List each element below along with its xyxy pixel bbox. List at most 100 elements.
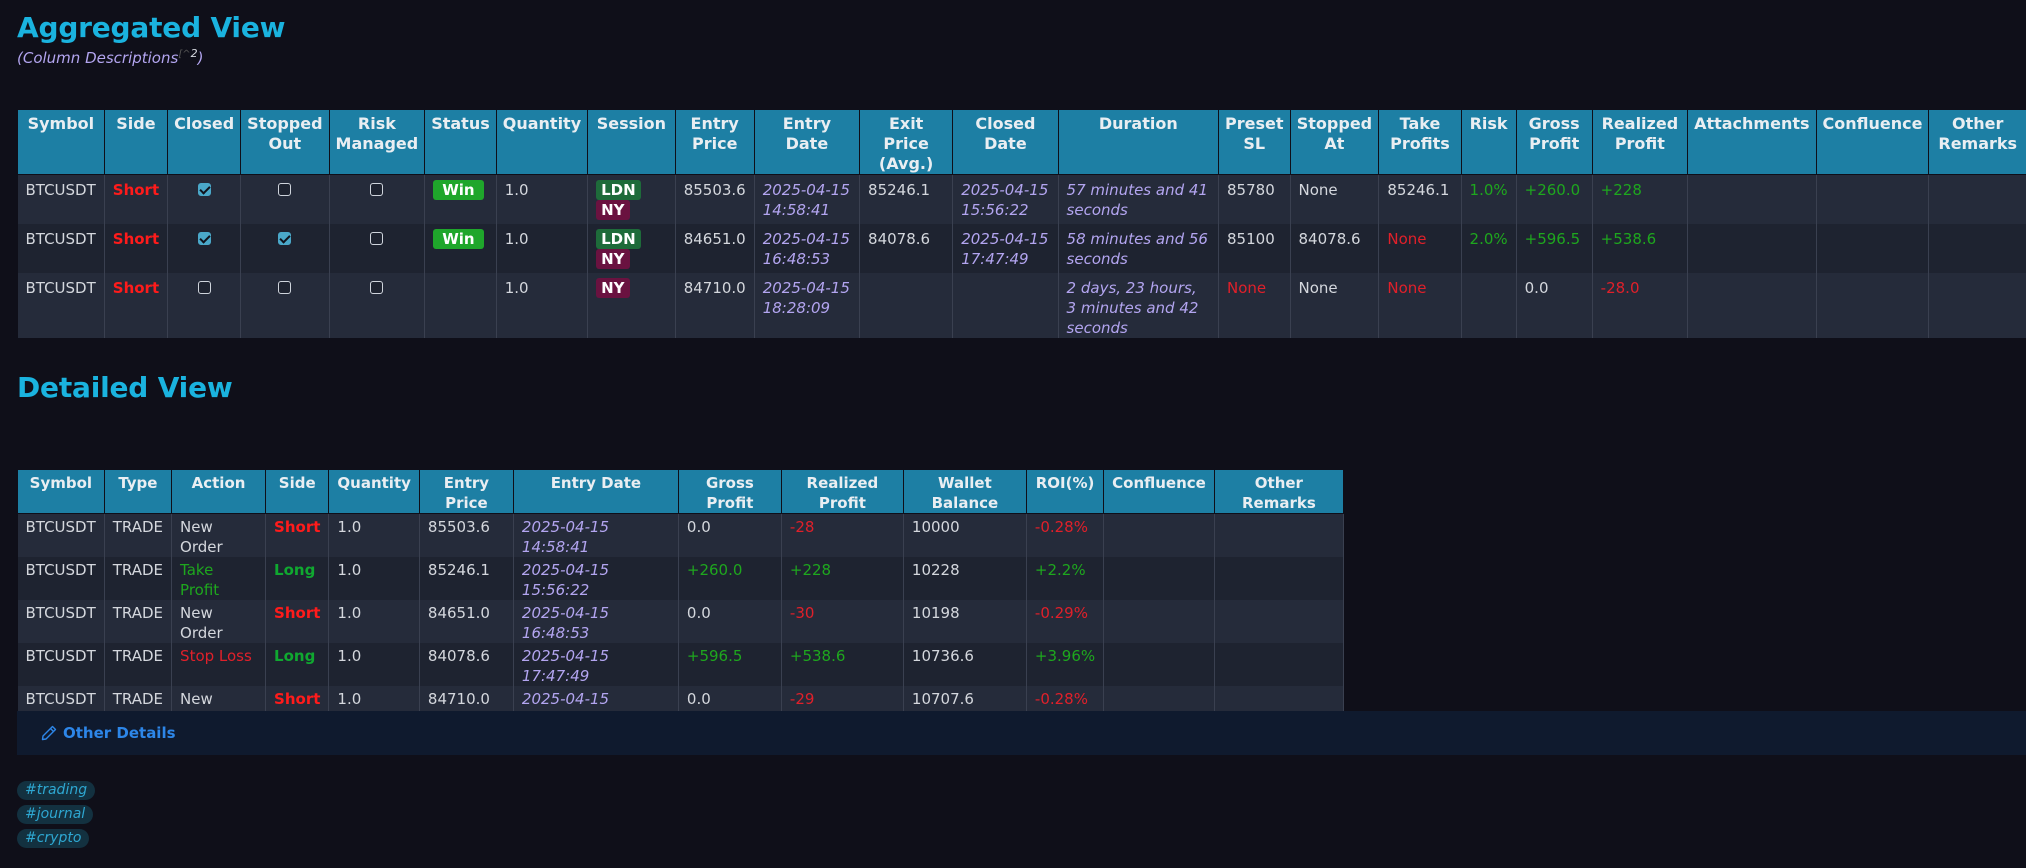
cell-stopped-out: [240, 224, 330, 273]
col-header-realized-profit[interactable]: Realized Profit: [780, 469, 904, 514]
cell-wallet-balance: 10000: [903, 513, 1027, 557]
col-header-closed[interactable]: Closed: [167, 109, 242, 175]
cell-attachments: [1687, 224, 1817, 273]
cell-other-remarks: [1214, 513, 1344, 557]
detailed-row: BTCUSDT TRADE New Order Short 1.0 84651.…: [17, 600, 1344, 643]
cell-session: NY: [587, 273, 676, 338]
cell-entry-date: 2025-04-15 18:28:09: [754, 273, 861, 338]
session-badge-ldn: LDN: [596, 180, 641, 200]
col-header-risk-managed[interactable]: Risk Managed: [328, 109, 426, 175]
col-header-attachments[interactable]: Attachments: [1687, 109, 1817, 175]
col-header-preset-sl[interactable]: Preset SL: [1218, 109, 1291, 175]
cell-side: Short: [104, 224, 169, 273]
cell-other-remarks: [1214, 600, 1344, 643]
cell-other-remarks: [1928, 224, 2026, 273]
col-header-entry-date[interactable]: Entry Date: [753, 109, 861, 175]
col-header-confluence[interactable]: Confluence: [1815, 109, 1930, 175]
cell-confluence: [1816, 273, 1930, 338]
closed-checkbox[interactable]: [197, 281, 211, 294]
other-details-callout[interactable]: Other Details: [17, 711, 2026, 755]
cell-gross-profit: +260.0: [1516, 174, 1593, 224]
col-header-take-profits[interactable]: Take Profits: [1378, 109, 1462, 175]
col-header-stopped-at[interactable]: Stopped At: [1289, 109, 1380, 175]
col-header-gross-profit[interactable]: Gross Profit: [677, 469, 782, 514]
stopped-out-checkbox[interactable]: [278, 183, 292, 196]
risk-managed-checkbox[interactable]: [370, 183, 384, 196]
cell-type: TRADE: [104, 513, 173, 557]
col-header-action[interactable]: Action: [171, 469, 267, 514]
cell-side: Short: [104, 174, 169, 224]
cell-gross-profit: +260.0: [678, 557, 782, 600]
col-header-wallet-balance[interactable]: Wallet Balance: [902, 469, 1027, 514]
col-header-roi[interactable]: ROI(%): [1025, 469, 1105, 514]
cell-preset-sl: 85100: [1218, 224, 1291, 273]
col-header-other-remarks[interactable]: Other Remarks: [1213, 469, 1344, 514]
cell-preset-sl: None: [1218, 273, 1291, 338]
detailed-view-title: Detailed View: [17, 371, 233, 404]
col-header-symbol[interactable]: Symbol: [17, 109, 105, 175]
cell-take-profits: 85246.1: [1378, 174, 1462, 224]
col-header-status[interactable]: Status: [424, 109, 497, 175]
tag-trading[interactable]: #trading: [17, 781, 96, 800]
stopped-out-checkbox[interactable]: [278, 281, 292, 294]
tag-crypto[interactable]: #crypto: [17, 829, 90, 848]
col-header-quantity[interactable]: Quantity: [495, 109, 589, 175]
cell-quantity: 1.0: [328, 557, 420, 600]
footnote-number[interactable]: 2: [191, 47, 198, 60]
col-header-risk[interactable]: Risk: [1460, 109, 1517, 175]
cell-realized-profit: -28: [781, 513, 904, 557]
cell-other-remarks: [1214, 557, 1344, 600]
cell-symbol: BTCUSDT: [17, 174, 105, 224]
risk-managed-checkbox[interactable]: [370, 232, 384, 245]
col-header-entry-date[interactable]: Entry Date: [512, 469, 679, 514]
col-header-session[interactable]: Session: [587, 109, 676, 175]
col-header-symbol[interactable]: Symbol: [17, 469, 105, 514]
col-header-gross-profit[interactable]: Gross Profit: [1515, 109, 1593, 175]
stopped-out-checkbox[interactable]: [278, 232, 292, 245]
cell-stopped-out: [240, 273, 330, 338]
cell-confluence: [1103, 513, 1215, 557]
col-header-side[interactable]: Side: [103, 109, 169, 175]
cell-quantity: 1.0: [496, 224, 589, 273]
aggregated-row: BTCUSDT Short Win 1.0 LDNNY 85503.6 2025…: [17, 174, 2026, 224]
cell-closed-date: 2025-04-15 15:56:22: [952, 174, 1059, 224]
col-header-closed-date[interactable]: Closed Date: [952, 109, 1059, 175]
session-badge-ny: NY: [596, 249, 630, 269]
cell-roi: +2.2%: [1026, 557, 1105, 600]
cell-realized-profit: +228: [1592, 174, 1689, 224]
closed-checkbox[interactable]: [197, 183, 211, 196]
col-header-entry-price[interactable]: Entry Price: [674, 109, 755, 175]
col-header-exit-price[interactable]: Exit Price (Avg.): [859, 109, 954, 175]
risk-managed-checkbox[interactable]: [370, 281, 384, 294]
cell-risk-managed: [329, 273, 426, 338]
aggregated-row: BTCUSDT Short Win 1.0 LDNNY 84651.0 2025…: [17, 224, 2026, 273]
cell-type: TRADE: [104, 557, 173, 600]
column-descriptions-note[interactable]: (Column Descriptions[^2): [17, 47, 203, 67]
col-header-quantity[interactable]: Quantity: [328, 469, 420, 514]
cell-realized-profit: -28.0: [1592, 273, 1689, 338]
col-header-entry-price[interactable]: Entry Price: [418, 469, 514, 514]
cell-roi: +3.96%: [1026, 643, 1105, 686]
cell-closed: [167, 224, 242, 273]
cell-entry-price: 84651.0: [419, 600, 514, 643]
cell-attachments: [1687, 174, 1817, 224]
pencil-icon: [41, 725, 57, 741]
cell-exit-price: [859, 273, 954, 338]
tag-journal[interactable]: #journal: [17, 805, 94, 824]
col-header-other-remarks[interactable]: Other Remarks: [1928, 109, 2026, 175]
cell-duration: 2 days, 23 hours, 3 minutes and 42 secon…: [1058, 273, 1220, 338]
cell-quantity: 1.0: [328, 643, 420, 686]
col-header-type[interactable]: Type: [103, 469, 173, 514]
cell-stopped-at: None: [1290, 273, 1380, 338]
col-header-duration[interactable]: Duration: [1057, 109, 1220, 175]
col-header-confluence[interactable]: Confluence: [1103, 469, 1215, 514]
cell-status: Win: [424, 174, 497, 224]
cell-symbol: BTCUSDT: [17, 513, 105, 557]
cell-realized-profit: +538.6: [1592, 224, 1689, 273]
cell-closed: [167, 273, 242, 338]
col-header-stopped-out[interactable]: Stopped Out: [240, 109, 330, 175]
col-header-realized-profit[interactable]: Realized Profit: [1591, 109, 1689, 175]
col-header-side[interactable]: Side: [265, 469, 330, 514]
closed-checkbox[interactable]: [197, 232, 211, 245]
detailed-row: BTCUSDT TRADE Take Profit Long 1.0 85246…: [17, 557, 1344, 600]
